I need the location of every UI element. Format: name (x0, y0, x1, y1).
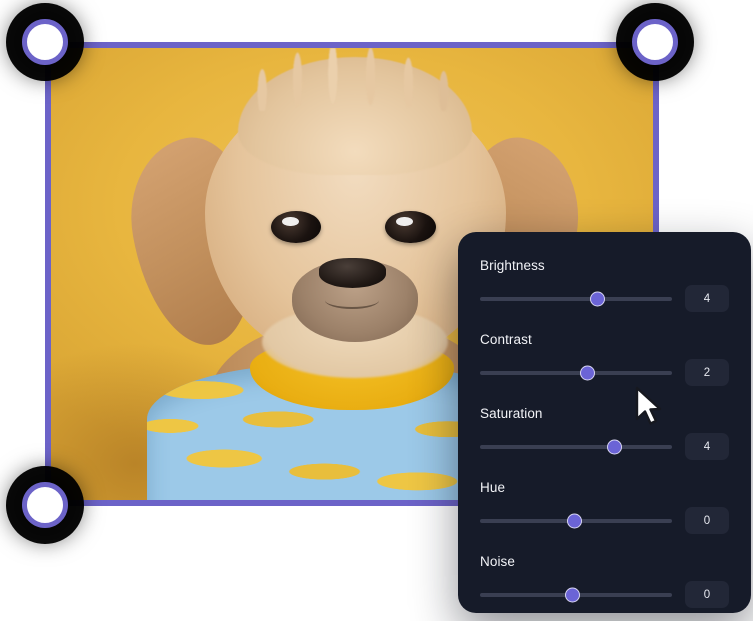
slider-thumb[interactable] (580, 365, 596, 380)
crop-handle-bottom-left[interactable] (22, 482, 68, 528)
slider-line: 0 (480, 581, 729, 608)
dog-hair-wisps (231, 48, 485, 112)
slider-line: 4 (480, 433, 729, 460)
slider-value-brightness[interactable]: 4 (685, 285, 729, 312)
eye-glint (281, 216, 300, 227)
slider-label: Saturation (480, 406, 543, 421)
crop-handle-top-right[interactable] (632, 19, 678, 65)
slider-row-noise: Noise 0 (480, 554, 729, 608)
slider-thumb[interactable] (589, 291, 605, 306)
slider-label: Noise (480, 554, 516, 569)
slider-contrast[interactable] (480, 364, 672, 382)
slider-hue[interactable] (480, 512, 672, 530)
slider-label: Contrast (480, 332, 532, 347)
dog-nose (319, 258, 386, 288)
dog-eye-right (385, 210, 436, 244)
slider-line: 0 (480, 507, 729, 534)
adjustments-panel: Brightness 4 Contrast 2 Saturation 4 Hue 0 Noise… (458, 232, 751, 613)
slider-label: Brightness (480, 258, 545, 273)
slider-track[interactable] (480, 444, 672, 449)
slider-row-brightness: Brightness 4 (480, 258, 729, 312)
crop-handle-top-left[interactable] (22, 19, 68, 65)
slider-saturation[interactable] (480, 438, 672, 456)
slider-thumb[interactable] (566, 513, 582, 528)
slider-line: 4 (480, 285, 729, 312)
slider-row-hue: Hue 0 (480, 480, 729, 534)
slider-line: 2 (480, 359, 729, 386)
slider-track[interactable] (480, 296, 672, 301)
slider-value-hue[interactable]: 0 (685, 507, 729, 534)
slider-list: Brightness 4 Contrast 2 Saturation 4 Hue 0 Noise… (458, 232, 751, 613)
slider-track[interactable] (480, 370, 672, 375)
slider-thumb[interactable] (564, 587, 580, 602)
slider-value-contrast[interactable]: 2 (685, 359, 729, 386)
slider-brightness[interactable] (480, 290, 672, 308)
slider-value-noise[interactable]: 0 (685, 581, 729, 608)
slider-noise[interactable] (480, 586, 672, 604)
slider-row-contrast: Contrast 2 (480, 332, 729, 386)
app-canvas: Brightness 4 Contrast 2 Saturation 4 Hue 0 Noise… (0, 0, 753, 621)
eye-glint (396, 216, 414, 227)
slider-value-saturation[interactable]: 4 (685, 433, 729, 460)
slider-row-saturation: Saturation 4 (480, 406, 729, 460)
slider-thumb[interactable] (606, 439, 622, 454)
slider-label: Hue (480, 480, 506, 495)
